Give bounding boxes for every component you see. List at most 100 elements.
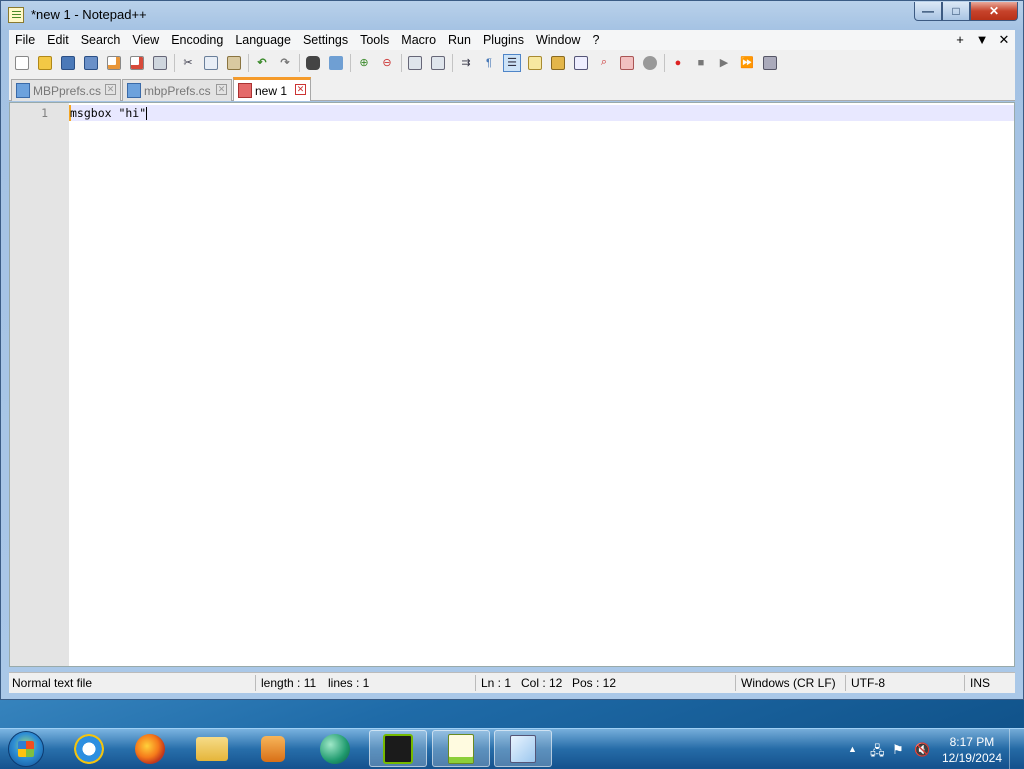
status-divider (735, 675, 736, 691)
function-list-icon[interactable] (572, 54, 590, 72)
save-icon[interactable] (59, 54, 77, 72)
network-icon[interactable]: 🖧 (870, 742, 885, 764)
menu-macro[interactable]: Macro (395, 30, 442, 50)
start-button[interactable] (8, 731, 44, 767)
window-controls: — □ ✕ (914, 2, 1018, 21)
tab-mbpprefs-cs[interactable]: MBPprefs.cs ✕ (11, 79, 121, 101)
zoom-out-icon[interactable]: ⊖ (378, 54, 396, 72)
action-center-flag-icon[interactable]: ⚑ (892, 742, 904, 758)
save-all-icon[interactable] (82, 54, 100, 72)
stop-recording-icon[interactable]: ■ (692, 54, 710, 72)
menu-tools[interactable]: Tools (354, 30, 395, 50)
copy-icon[interactable] (202, 54, 220, 72)
current-line-highlight (69, 105, 1014, 121)
sync-horizontal-scroll-icon[interactable] (429, 54, 447, 72)
status-eol-format[interactable]: Windows (CR LF) (741, 676, 836, 690)
status-divider (845, 675, 846, 691)
menu-plugins[interactable]: Plugins (477, 30, 530, 50)
menu-file[interactable]: File (9, 30, 41, 50)
maximize-button[interactable]: □ (942, 2, 970, 21)
redo-icon[interactable]: ↷ (276, 54, 294, 72)
notepad-plus-plus-app-icon[interactable] (8, 7, 24, 23)
undo-icon[interactable]: ↶ (253, 54, 271, 72)
media-player-icon[interactable] (244, 730, 302, 767)
file-unsaved-icon (238, 83, 252, 98)
status-file-type: Normal text file (12, 676, 93, 690)
tab-list-dropdown-button[interactable]: ▼ (971, 30, 993, 50)
messenger-icon[interactable] (306, 730, 364, 767)
show-desktop-button[interactable] (1009, 729, 1024, 769)
paste-icon[interactable] (225, 54, 243, 72)
print-icon[interactable] (151, 54, 169, 72)
menu-language[interactable]: Language (229, 30, 297, 50)
zoom-in-icon[interactable]: ⊕ (355, 54, 373, 72)
monitoring-icon[interactable] (618, 54, 636, 72)
show-hidden-icons-chevron-icon[interactable]: ▲ (848, 744, 857, 754)
clock[interactable]: 8:17 PM 12/19/2024 (942, 734, 1002, 766)
internet-explorer-icon[interactable] (60, 730, 118, 767)
toolbar-separator (350, 53, 351, 72)
toolbar: ✂ ↶ ↷ ⊕ ⊖ ⇉ ¶ ☰ ⌕ ● ■ ▶ ⏩ (9, 50, 1015, 75)
save-macro-icon[interactable] (761, 54, 779, 72)
menu-view[interactable]: View (126, 30, 165, 50)
close-file-icon[interactable] (105, 54, 123, 72)
toolbar-separator (248, 53, 249, 72)
toolbar-separator (299, 53, 300, 72)
indent-guide-icon[interactable]: ☰ (503, 53, 521, 72)
firefox-icon[interactable] (121, 730, 179, 767)
editor-area[interactable]: 1 msgbox "hi" (9, 102, 1015, 667)
record-macro-icon[interactable]: ● (669, 54, 687, 72)
taskbar: ▲ 🖧 ⚑ 🔇 8:17 PM 12/19/2024 (0, 728, 1024, 769)
word-wrap-icon[interactable]: ⇉ (457, 54, 475, 72)
status-insert-mode[interactable]: INS (970, 676, 990, 690)
playback-macro-icon[interactable]: ▶ (715, 54, 733, 72)
close-icon[interactable]: ✕ (105, 84, 116, 95)
tab-new-1[interactable]: new 1 ✕ (233, 77, 311, 101)
code-text: msgbox "hi" (70, 106, 147, 120)
menu-window[interactable]: Window (530, 30, 586, 50)
title-bar[interactable]: *new 1 - Notepad++ — □ ✕ (1, 1, 1023, 29)
clock-time: 8:17 PM (949, 735, 995, 749)
tab-mbpprefs-cs-2[interactable]: mbpPrefs.cs ✕ (122, 79, 232, 101)
sync-vertical-scroll-icon[interactable] (406, 54, 424, 72)
status-position: Pos : 12 (572, 676, 617, 690)
tab-label: MBPprefs.cs (33, 83, 102, 98)
windows-explorer-icon[interactable] (183, 730, 241, 767)
cut-icon[interactable]: ✂ (179, 54, 197, 72)
minimize-button[interactable]: — (914, 2, 942, 21)
notepad-plus-plus-taskbar-icon[interactable] (432, 730, 490, 767)
code-line[interactable]: msgbox "hi" (70, 106, 148, 120)
close-icon[interactable]: ✕ (295, 84, 306, 95)
clock-date: 12/19/2024 (941, 751, 1002, 765)
replace-icon[interactable] (327, 54, 345, 72)
menu-bar: File Edit Search View Encoding Language … (9, 30, 1015, 50)
status-encoding[interactable]: UTF-8 (851, 676, 885, 690)
menu-search[interactable]: Search (75, 30, 127, 50)
close-icon[interactable]: ✕ (216, 84, 227, 95)
status-lines: lines : 1 (328, 676, 370, 690)
comment-icon[interactable] (641, 54, 659, 72)
new-tab-button[interactable]: + (949, 30, 971, 50)
show-all-characters-icon[interactable]: ¶ (480, 54, 498, 72)
menu-edit[interactable]: Edit (41, 30, 75, 50)
folder-as-workspace-icon[interactable]: ⌕ (595, 54, 613, 72)
menu-run[interactable]: Run (442, 30, 477, 50)
menu-encoding[interactable]: Encoding (165, 30, 229, 50)
document-map-icon[interactable] (549, 54, 567, 72)
run-macro-multiple-icon[interactable]: ⏩ (738, 54, 756, 72)
close-tab-button[interactable]: ✕ (993, 30, 1015, 50)
notepad-icon[interactable] (494, 730, 552, 767)
close-window-button[interactable]: ✕ (970, 2, 1018, 21)
menu-help[interactable]: ? (586, 30, 605, 50)
notepad-plus-plus-window: *new 1 - Notepad++ — □ ✕ File Edit Searc… (0, 0, 1024, 700)
close-all-icon[interactable] (128, 54, 146, 72)
user-defined-language-icon[interactable] (526, 54, 544, 72)
nvidia-icon[interactable] (369, 730, 427, 767)
toolbar-separator (174, 53, 175, 72)
open-file-icon[interactable] (36, 54, 54, 72)
volume-muted-icon[interactable]: 🔇 (914, 742, 930, 758)
find-icon[interactable] (304, 54, 322, 72)
new-file-icon[interactable] (13, 54, 31, 72)
file-saved-icon (16, 83, 30, 98)
menu-settings[interactable]: Settings (297, 30, 354, 50)
